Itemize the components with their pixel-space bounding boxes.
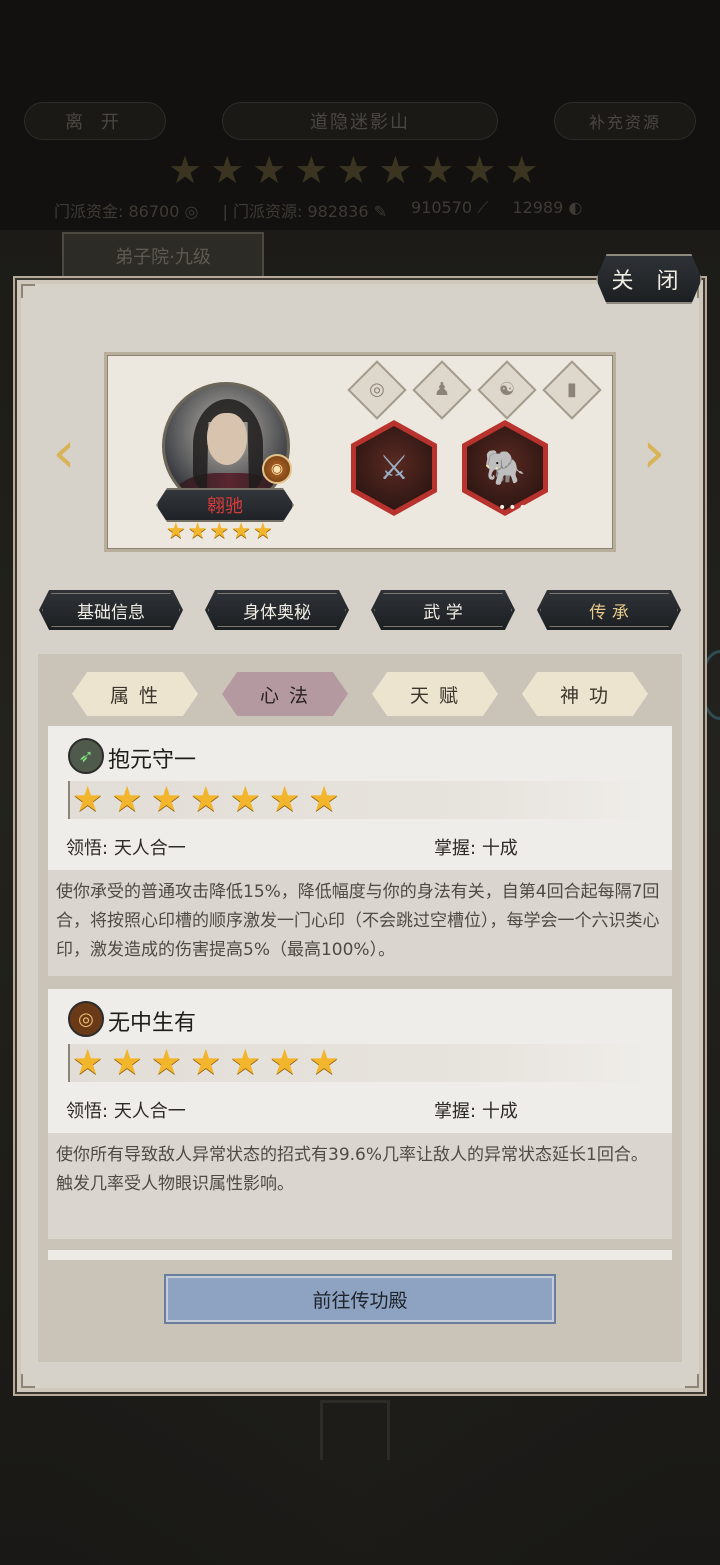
prev-hero-arrow-icon[interactable]: ‹ [46, 423, 82, 481]
corner-ornament [21, 284, 35, 298]
goto-transmission-hall-button[interactable]: 前往传功殿 [164, 1274, 556, 1324]
tab-basic-info[interactable]: 基础信息 [39, 590, 183, 630]
close-button[interactable]: 关 闭 [596, 254, 702, 304]
star-icon: ★ [294, 148, 329, 192]
resource-value-4: 12989 [512, 198, 564, 217]
mastery-label: 掌握: [434, 838, 477, 859]
star-icon: ★ [268, 780, 301, 820]
star-icon: ★ [150, 1043, 183, 1083]
mech-weapon-icon: ⚔ [378, 448, 410, 488]
star-icon: ★ [72, 780, 104, 820]
star-icon: ★ [420, 148, 455, 192]
star-icon: ★ [209, 519, 230, 544]
star-icon: ★ [150, 780, 183, 820]
tab-body-secrets[interactable]: 身体奥秘 [205, 590, 349, 630]
skill-description: 使你所有导致敌人异常状态的招式有39.6%几率让敌人的异常状态延长1回合。触发几… [48, 1133, 672, 1239]
leave-button: 离 开 [24, 102, 166, 140]
comprehension-value: 天人合一 [113, 1101, 186, 1122]
comprehension-label: 领悟: [66, 1101, 109, 1122]
star-icon: ★ [462, 148, 497, 192]
star-icon: ★ [210, 148, 245, 192]
skill-name: 抱元守一 [108, 748, 197, 773]
funds-value: 86700 [128, 202, 180, 221]
subtab-mind-method[interactable]: 心法 [222, 672, 348, 716]
leaf-icon: ➶ [68, 738, 104, 774]
star-icon: ★ [190, 780, 222, 820]
comprehension-label: 领悟: [66, 838, 109, 859]
star-icon: ★ [504, 148, 539, 192]
star-icon: ★ [168, 148, 203, 192]
comprehension: 领悟: 天人合一 [66, 834, 186, 860]
star-icon: ★ [229, 780, 261, 820]
next-hero-arrow-icon[interactable]: › [636, 423, 672, 481]
star-icon: ★ [72, 1043, 104, 1083]
refill-resources-button: 补充资源 [554, 102, 696, 140]
tab-inheritance[interactable]: 传 承 [537, 590, 681, 630]
hero-stars: ★ ★ ★ ★ ★ [166, 520, 273, 544]
subtab-divine-skill[interactable]: 神功 [522, 672, 648, 716]
funds-label: 门派资金: [54, 202, 124, 221]
gate-silhouette [320, 1400, 390, 1460]
resource-value-3: 910570 [411, 198, 473, 217]
star-icon: ★ [308, 780, 340, 820]
star-icon: ★ [166, 519, 186, 544]
tab-martial-arts[interactable]: 武 学 [371, 590, 515, 630]
next-skill-card-edge [48, 1250, 672, 1260]
star-icon: ★ [252, 148, 287, 192]
star-icon: ★ [308, 1043, 340, 1083]
mastery: 掌握: 十成 [434, 834, 518, 860]
skill-card: ◎ 无中生有 ★ ★ ★ ★ ★ ★ ★ 领悟: 天人合一 掌握: 十成 使你所… [48, 989, 672, 1239]
skill-name: 无中生有 [108, 1011, 197, 1036]
star-icon: ★ [231, 519, 251, 544]
coin-emblem-icon: ◉ [262, 454, 292, 484]
skill-description: 使你承受的普通攻击降低15%，降低幅度与你的身法有关，自第4回合起每隔7回合，将… [48, 870, 672, 976]
subtab-attributes[interactable]: 属性 [72, 672, 198, 716]
mastery-value: 十成 [481, 1101, 518, 1122]
location-title: 道隐迷影山 [222, 102, 498, 140]
mastery-value: 十成 [481, 838, 518, 859]
material-label: 门派资源: [232, 202, 303, 221]
corner-ornament [21, 1374, 35, 1388]
sect-resources-bar: 门派资金: 86700 ◎ | 门派资源: 982836 ✎ 910570 ⟋ … [54, 198, 583, 221]
beast-mount-icon: 🐘 [483, 448, 527, 488]
star-icon: ★ [378, 148, 413, 192]
sect-rating-stars: ★ ★ ★ ★ ★ ★ ★ ★ ★ [168, 150, 558, 190]
hero-name: 翱驰 [156, 488, 294, 522]
subtab-talent[interactable]: 天赋 [372, 672, 498, 716]
star-icon: ★ [336, 148, 371, 192]
star-icon: ★ [111, 780, 143, 820]
skill-card: ➶ 抱元守一 ★ ★ ★ ★ ★ ★ ★ 领悟: 天人合一 掌握: 十成 使你承… [48, 726, 672, 976]
skill-stars: ★ ★ ★ ★ ★ ★ ★ [68, 781, 646, 819]
star-icon: ★ [252, 519, 273, 544]
swirl-orb-icon: ◎ [68, 1001, 104, 1037]
star-icon: ★ [187, 519, 208, 544]
skill-stars: ★ ★ ★ ★ ★ ★ ★ [68, 1044, 646, 1082]
star-icon: ★ [190, 1043, 222, 1083]
star-icon: ★ [268, 1043, 301, 1083]
star-icon: ★ [111, 1043, 143, 1083]
mastery-label: 掌握: [434, 1101, 477, 1122]
more-dots-icon: ••• [498, 500, 529, 516]
comprehension: 领悟: 天人合一 [66, 1097, 186, 1123]
corner-ornament [685, 1374, 699, 1388]
star-icon: ★ [229, 1043, 261, 1083]
material-value: 982836 [307, 202, 369, 221]
building-tab: 弟子院·九级 [62, 232, 264, 280]
comprehension-value: 天人合一 [113, 838, 186, 859]
mastery: 掌握: 十成 [434, 1097, 518, 1123]
